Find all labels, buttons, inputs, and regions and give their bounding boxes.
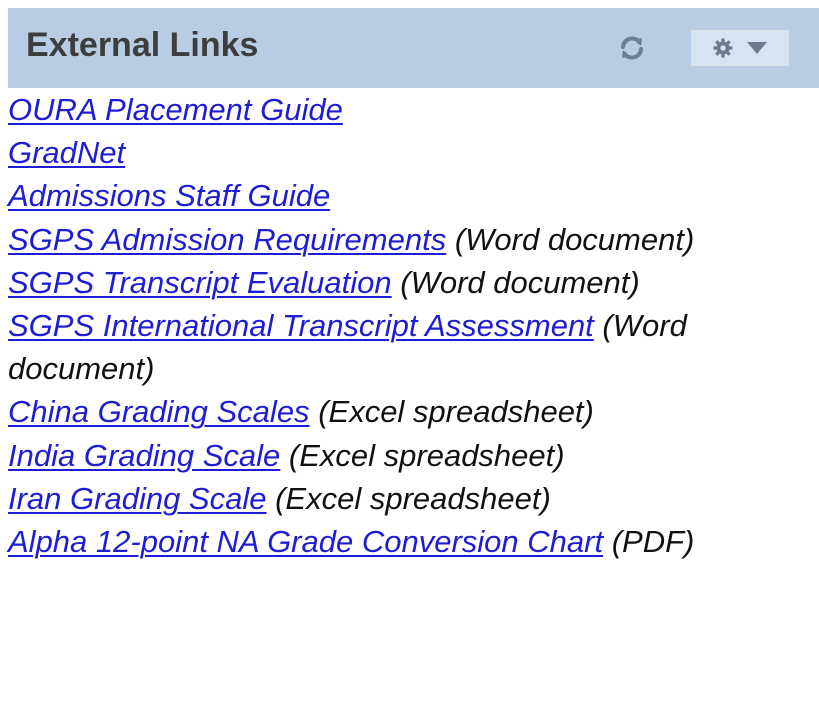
link-oura-placement-guide[interactable]: OURA Placement Guide: [8, 92, 343, 127]
link-sgps-international-transcript-assessment[interactable]: SGPS International Transcript Assessment: [8, 308, 594, 343]
file-type-note: (PDF): [611, 524, 695, 560]
gear-icon: [713, 38, 733, 58]
list-item: SGPS Transcript Evaluation (Word documen…: [8, 261, 816, 304]
list-item: Iran Grading Scale (Excel spreadsheet): [8, 477, 816, 520]
list-item: OURA Placement Guide: [8, 88, 816, 131]
file-type-note: (Excel spreadsheet): [288, 437, 565, 473]
pagelet-options-button[interactable]: [691, 30, 789, 66]
list-item: GradNet: [8, 131, 816, 174]
file-type-note: (Word document): [400, 264, 640, 300]
pagelet-header: External Links: [8, 8, 819, 88]
file-type-note: (Excel spreadsheet): [318, 394, 594, 430]
link-gradnet[interactable]: GradNet: [8, 135, 125, 170]
list-item: Admissions Staff Guide: [8, 174, 816, 217]
refresh-button[interactable]: [616, 32, 648, 64]
pagelet-title: External Links: [26, 26, 259, 64]
link-iran-grading-scale[interactable]: Iran Grading Scale: [8, 481, 266, 516]
chevron-down-icon: [747, 42, 767, 54]
list-item: India Grading Scale (Excel spreadsheet): [8, 434, 816, 477]
external-links-pagelet: External Links OURA Placement Guide Grad…: [0, 0, 819, 720]
link-sgps-admission-requirements[interactable]: SGPS Admission Requirements: [8, 222, 446, 257]
file-type-note: (Word document): [454, 221, 695, 257]
list-item: Alpha 12-point NA Grade Conversion Chart…: [8, 520, 816, 563]
list-item: SGPS International Transcript Assessment…: [8, 304, 816, 390]
link-alpha-grade-conversion-chart[interactable]: Alpha 12-point NA Grade Conversion Chart: [8, 524, 603, 559]
link-admissions-staff-guide[interactable]: Admissions Staff Guide: [8, 178, 330, 213]
external-links-list: OURA Placement Guide GradNet Admissions …: [8, 88, 816, 563]
list-item: China Grading Scales (Excel spreadsheet): [8, 390, 816, 433]
file-type-note: (Excel spreadsheet): [275, 480, 551, 516]
link-india-grading-scale[interactable]: India Grading Scale: [8, 438, 280, 473]
refresh-icon: [621, 36, 643, 60]
list-item: SGPS Admission Requirements (Word docume…: [8, 218, 816, 261]
link-china-grading-scales[interactable]: China Grading Scales: [8, 394, 310, 429]
link-sgps-transcript-evaluation[interactable]: SGPS Transcript Evaluation: [8, 265, 392, 300]
